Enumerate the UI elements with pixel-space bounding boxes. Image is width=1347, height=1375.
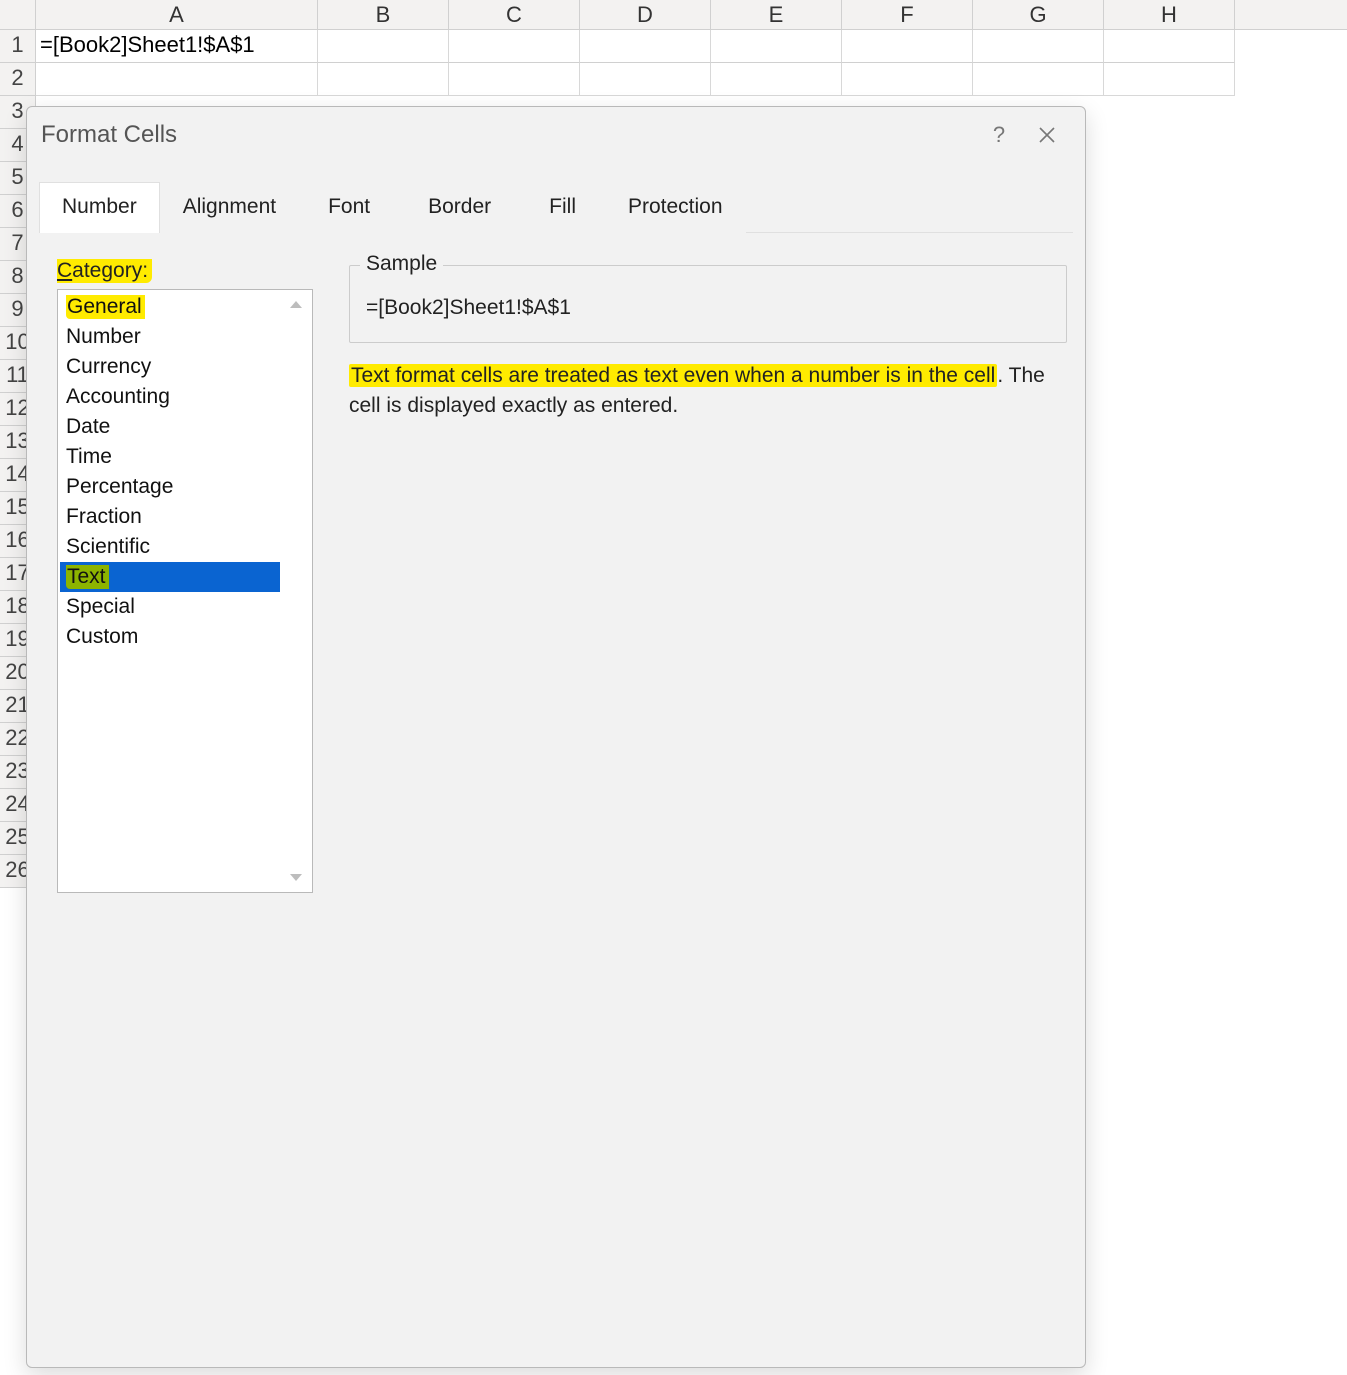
category-column: Category: GeneralNumberCurrencyAccountin… (57, 259, 313, 893)
category-listbox[interactable]: GeneralNumberCurrencyAccountingDateTimeP… (57, 289, 313, 893)
category-item-general[interactable]: General (60, 292, 280, 322)
scroll-up-icon[interactable] (284, 294, 308, 314)
cell[interactable] (711, 63, 842, 96)
cell[interactable]: =[Book2]Sheet1!$A$1 (36, 30, 318, 63)
category-item-percentage[interactable]: Percentage (60, 472, 280, 502)
category-item-fraction[interactable]: Fraction (60, 502, 280, 532)
column-header[interactable]: F (842, 0, 973, 29)
tab-border[interactable]: Border (399, 182, 520, 233)
column-header[interactable]: E (711, 0, 842, 29)
category-items: GeneralNumberCurrencyAccountingDateTimeP… (60, 292, 280, 890)
sample-group: Sample =[Book2]Sheet1!$A$1 (349, 265, 1067, 343)
dialog-title: Format Cells (41, 121, 975, 149)
scroll-down-icon[interactable] (284, 868, 308, 888)
column-header[interactable]: H (1104, 0, 1235, 29)
cell[interactable] (318, 63, 449, 96)
tab-alignment[interactable]: Alignment (160, 182, 299, 233)
category-item-number[interactable]: Number (60, 322, 280, 352)
cell[interactable] (1104, 63, 1235, 96)
help-button[interactable]: ? (975, 115, 1023, 155)
category-label: Category: (57, 259, 313, 283)
tab-panel-number: Category: GeneralNumberCurrencyAccountin… (27, 233, 1085, 911)
row-header[interactable]: 2 (0, 63, 36, 96)
column-header[interactable]: B (318, 0, 449, 29)
tab-font[interactable]: Font (299, 182, 399, 233)
column-header[interactable]: A (36, 0, 318, 29)
close-button[interactable] (1023, 115, 1071, 155)
cell[interactable] (711, 30, 842, 63)
dialog-tabs: Number Alignment Font Border Fill Protec… (39, 181, 1073, 233)
listbox-scrollbar[interactable] (284, 294, 308, 888)
description-highlight: Text format cells are treated as text ev… (349, 364, 997, 387)
category-item-accounting[interactable]: Accounting (60, 382, 280, 412)
column-header-row: A B C D E F G H (0, 0, 1347, 30)
category-description: Text format cells are treated as text ev… (349, 361, 1067, 421)
tab-protection[interactable]: Protection (605, 182, 746, 233)
close-icon (1038, 126, 1056, 144)
tab-fill[interactable]: Fill (520, 182, 605, 233)
cell[interactable] (842, 63, 973, 96)
sample-value: =[Book2]Sheet1!$A$1 (364, 292, 1052, 324)
cell[interactable] (973, 30, 1104, 63)
category-item-text[interactable]: Text (60, 562, 280, 592)
dialog-titlebar[interactable]: Format Cells ? (27, 107, 1085, 163)
cell[interactable] (449, 63, 580, 96)
cell[interactable] (842, 30, 973, 63)
row-header[interactable]: 1 (0, 30, 36, 63)
cell[interactable] (36, 63, 318, 96)
cell[interactable] (449, 30, 580, 63)
category-item-custom[interactable]: Custom (60, 622, 280, 652)
cell[interactable] (973, 63, 1104, 96)
cell[interactable] (580, 30, 711, 63)
cell[interactable] (580, 63, 711, 96)
column-header[interactable]: C (449, 0, 580, 29)
column-header[interactable]: D (580, 0, 711, 29)
column-header[interactable]: G (973, 0, 1104, 29)
select-all-corner[interactable] (0, 0, 36, 29)
sample-label: Sample (360, 252, 443, 276)
tab-number[interactable]: Number (39, 182, 160, 233)
category-item-special[interactable]: Special (60, 592, 280, 622)
category-item-scientific[interactable]: Scientific (60, 532, 280, 562)
category-item-currency[interactable]: Currency (60, 352, 280, 382)
cell[interactable] (1104, 30, 1235, 63)
category-item-time[interactable]: Time (60, 442, 280, 472)
cell[interactable] (318, 30, 449, 63)
category-details: Sample =[Book2]Sheet1!$A$1 Text format c… (349, 259, 1067, 893)
format-cells-dialog: Format Cells ? Number Alignment Font Bor… (26, 106, 1086, 1368)
category-item-date[interactable]: Date (60, 412, 280, 442)
